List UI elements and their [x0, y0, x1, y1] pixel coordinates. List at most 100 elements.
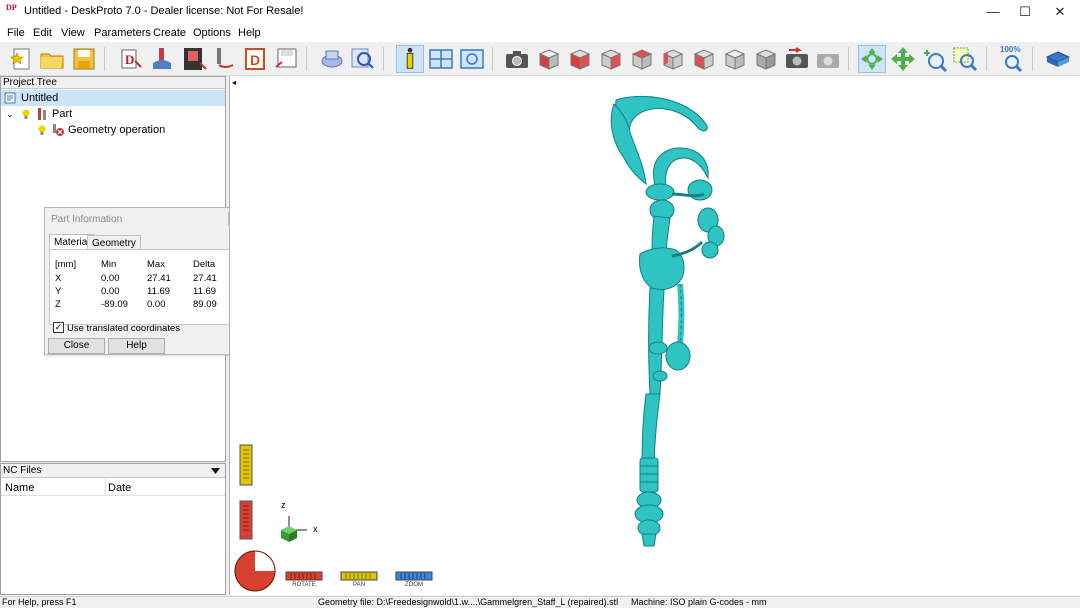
material-tab-panel: [mm] Min Max Delta X 0.00 27.41 27.41 Y … [49, 249, 242, 325]
column-header: Min [101, 259, 117, 270]
previous-view-icon[interactable] [783, 45, 811, 73]
preview-zoom-icon[interactable] [348, 45, 376, 73]
camera-icon[interactable] [503, 45, 531, 73]
y-delta-value: 11.69 [193, 286, 217, 297]
column-header: Delta [193, 259, 216, 270]
rotate-slider-icon[interactable] [239, 500, 253, 540]
rotate-control-label: ROTATE [292, 582, 316, 588]
maximize-button[interactable]: ☐ [1008, 0, 1042, 24]
status-help-text: For Help, press F1 [2, 597, 77, 607]
tree-item-untitled[interactable]: Untitled [1, 90, 225, 106]
help-button[interactable]: Help [108, 338, 165, 354]
nc-files-header: NC Files [1, 464, 225, 478]
view-front-icon[interactable] [566, 45, 594, 73]
row-label: Z [55, 299, 61, 310]
status-bar: For Help, press F1 Geometry file: D:\Fre… [0, 596, 1080, 607]
geometry-operation-icon [53, 124, 64, 136]
open-folder-icon[interactable] [38, 45, 66, 73]
staff-3d-model [610, 95, 725, 547]
rotate-control-icon[interactable] [285, 571, 323, 581]
machine-parameters-icon[interactable] [180, 45, 208, 73]
menu-edit[interactable]: Edit [33, 27, 52, 39]
zoom-control-icon[interactable] [395, 571, 433, 581]
tab-geometry[interactable]: Geometry [87, 235, 141, 249]
row-label: X [55, 273, 62, 284]
tree-item-label: Part [52, 108, 73, 120]
z-max-value: 0.00 [147, 299, 166, 310]
view-back-icon[interactable] [659, 45, 687, 73]
lightbulb-icon[interactable] [21, 108, 31, 120]
project-icon [4, 92, 16, 104]
translated-coords-checkbox[interactable]: ✓ [53, 322, 64, 333]
view-iso-gray-icon[interactable] [752, 45, 780, 73]
pan-control-label: PAN [353, 582, 365, 588]
project-tree-header: Project Tree [1, 77, 225, 89]
menu-parameters[interactable]: Parameters [94, 27, 151, 39]
view-bottom-icon[interactable] [721, 45, 749, 73]
rotate-dial-icon[interactable] [233, 549, 277, 593]
menu-view[interactable]: View [61, 27, 85, 39]
toolpath-icon[interactable] [211, 45, 239, 73]
dialog-title: Part Information [51, 214, 123, 225]
3d-viewport[interactable]: ◂ z x ROTATE PAN ZOOM [229, 76, 1080, 595]
rotate-tool-icon[interactable] [858, 45, 886, 73]
part-parameters-icon[interactable]: D [117, 45, 145, 73]
zoom-100-icon [1005, 55, 1023, 73]
svg-text:D: D [250, 52, 260, 68]
z-min-value: -89.09 [101, 299, 128, 310]
collapse-chevron-icon[interactable]: ⌄ [6, 106, 14, 122]
part-information-icon[interactable] [396, 45, 424, 73]
new-project-icon[interactable] [8, 45, 36, 73]
menu-options[interactable]: Options [193, 27, 231, 39]
zoom-window-icon[interactable] [951, 45, 979, 73]
simulation-icon[interactable] [318, 45, 346, 73]
view-left-icon[interactable] [690, 45, 718, 73]
create-nc-icon[interactable]: D [242, 45, 270, 73]
help-book-icon[interactable] [1044, 45, 1072, 73]
zoom-slider-icon[interactable] [239, 444, 253, 486]
y-min-value: 0.00 [101, 286, 120, 297]
zoom-100-button[interactable]: 100% [998, 45, 1026, 73]
zoom-control-label: ZOOM [405, 582, 423, 588]
view-iso-icon[interactable] [535, 45, 563, 73]
svg-text:D: D [125, 52, 134, 67]
collapse-panel-arrow-icon[interactable]: ◂ [232, 78, 242, 88]
window-zoom-icon[interactable] [458, 45, 486, 73]
column-date[interactable]: Date [108, 482, 131, 494]
close-button[interactable]: ✕ [1043, 0, 1077, 24]
axis-z-label: z [281, 500, 286, 510]
dropdown-arrow-icon[interactable] [211, 468, 220, 474]
column-name[interactable]: Name [5, 482, 34, 494]
lightbulb-icon[interactable] [37, 124, 47, 136]
column-header: Max [147, 259, 165, 270]
status-geometry-file: Geometry file: D:\Freedesignwold\1.w....… [318, 597, 619, 607]
title-bar: DP Untitled - DeskProto 7.0 - Dealer lic… [0, 0, 1080, 24]
save-nc-icon[interactable] [273, 45, 301, 73]
tree-item-label: Geometry operation [68, 124, 166, 136]
view-top-icon[interactable] [628, 45, 656, 73]
pan-tool-icon[interactable] [889, 45, 917, 73]
tree-item-label: Untitled [21, 92, 59, 104]
axis-x-label: x [313, 524, 318, 534]
layout-view-icon[interactable] [427, 45, 455, 73]
operation-parameters-icon[interactable] [148, 45, 176, 73]
toolbar: D D 100% [0, 42, 1080, 76]
next-view-icon[interactable] [814, 45, 842, 73]
part-icon [38, 108, 46, 120]
x-max-value: 27.41 [147, 273, 171, 284]
save-icon[interactable] [70, 45, 98, 73]
menu-file[interactable]: File [7, 27, 25, 39]
close-dialog-button[interactable]: Close [48, 338, 105, 354]
minimize-button[interactable]: — [976, 0, 1010, 24]
view-right-icon[interactable] [597, 45, 625, 73]
menu-help[interactable]: Help [238, 27, 261, 39]
menu-create[interactable]: Create [153, 27, 186, 39]
z-delta-value: 89.09 [193, 299, 217, 310]
zoom-tool-icon[interactable] [920, 45, 948, 73]
window-title: Untitled - DeskProto 7.0 - Dealer licens… [24, 5, 304, 17]
x-min-value: 0.00 [101, 273, 120, 284]
app-logo-icon: DP [6, 3, 17, 12]
nc-files-panel: NC Files Name Date [0, 463, 226, 595]
row-label: Y [55, 286, 62, 297]
pan-control-icon[interactable] [340, 571, 378, 581]
